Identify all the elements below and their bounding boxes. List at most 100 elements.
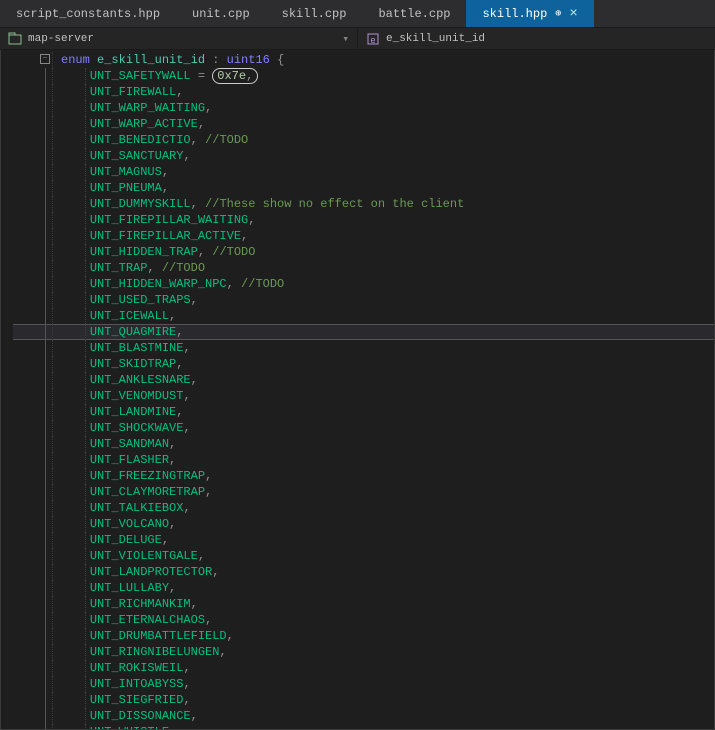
enum-member: UNT_SANCTUARY [90, 149, 184, 163]
code-line[interactable]: UNT_DISSONANCE, [13, 708, 714, 724]
chevron-down-icon[interactable]: ▾ [342, 32, 349, 46]
enum-member: UNT_WARP_ACTIVE [90, 117, 198, 131]
code-line[interactable]: UNT_WARP_WAITING, [13, 100, 714, 116]
enum-member: UNT_DELUGE [90, 533, 162, 547]
code-line[interactable]: UNT_FLASHER, [13, 452, 714, 468]
code-line[interactable]: UNT_ETERNALCHAOS, [13, 612, 714, 628]
tab-script_constants-hpp[interactable]: script_constants.hpp [0, 0, 176, 27]
enum-member: UNT_SIEGFRIED [90, 693, 184, 707]
enum-member: UNT_LANDPROTECTOR [90, 565, 212, 579]
enum-member: UNT_SANDMAN [90, 437, 169, 451]
enum-name: e_skill_unit_id [97, 53, 205, 67]
pin-icon[interactable]: ⊕ [555, 8, 561, 20]
code-line[interactable]: UNT_LANDPROTECTOR, [13, 564, 714, 580]
enum-member: UNT_RINGNIBELUNGEN [90, 645, 220, 659]
tab-label: unit.cpp [192, 7, 250, 21]
enum-member: UNT_HIDDEN_WARP_NPC [90, 277, 227, 291]
code-line[interactable]: UNT_INTOABYSS, [13, 676, 714, 692]
code-line[interactable]: UNT_WARP_ACTIVE, [13, 116, 714, 132]
code-line[interactable]: UNT_VENOMDUST, [13, 388, 714, 404]
enum-member: UNT_SKIDTRAP [90, 357, 176, 371]
code-line[interactable]: −enum e_skill_unit_id : uint16 { [13, 52, 714, 68]
code-line[interactable]: UNT_ICEWALL, [13, 308, 714, 324]
code-line[interactable]: UNT_BLASTMINE, [13, 340, 714, 356]
enum-member: UNT_VIOLENTGALE [90, 549, 198, 563]
code-line[interactable]: UNT_VOLCANO, [13, 516, 714, 532]
comment: //TODO [162, 261, 205, 275]
enum-member: UNT_VOLCANO [90, 517, 169, 531]
code-line[interactable]: UNT_FREEZINGTRAP, [13, 468, 714, 484]
code-line[interactable]: UNT_ANKLESNARE, [13, 372, 714, 388]
nav-scope-right-label: e_skill_unit_id [386, 33, 485, 45]
nav-scope-right[interactable]: e e_skill_unit_id [358, 28, 715, 49]
comment: //These show no effect on the client [205, 197, 464, 211]
enum-member: UNT_BENEDICTIO [90, 133, 191, 147]
close-icon[interactable]: × [569, 6, 577, 22]
enum-member: UNT_LULLABY [90, 581, 169, 595]
fold-toggle[interactable]: − [40, 54, 50, 64]
code-line[interactable]: UNT_SKIDTRAP, [13, 356, 714, 372]
enum-member: UNT_INTOABYSS [90, 677, 184, 691]
code-line[interactable]: UNT_FIREPILLAR_WAITING, [13, 212, 714, 228]
enum-member: UNT_LANDMINE [90, 405, 176, 419]
code-line[interactable]: UNT_USED_TRAPS, [13, 292, 714, 308]
code-line[interactable]: UNT_VIOLENTGALE, [13, 548, 714, 564]
tab-label: skill.cpp [282, 7, 347, 21]
code-line[interactable]: UNT_WHISTLE, [13, 724, 714, 730]
enum-member: UNT_WHISTLE [90, 725, 169, 730]
code-line[interactable]: UNT_MAGNUS, [13, 164, 714, 180]
code-line[interactable]: UNT_SAFETYWALL = 0x7e, [13, 68, 714, 84]
code-line[interactable]: UNT_LANDMINE, [13, 404, 714, 420]
code-line[interactable]: UNT_SIEGFRIED, [13, 692, 714, 708]
enum-member: UNT_TRAP [90, 261, 148, 275]
code-line[interactable]: UNT_HIDDEN_TRAP, //TODO [13, 244, 714, 260]
code-line[interactable]: UNT_SHOCKWAVE, [13, 420, 714, 436]
enum-icon: e [366, 32, 380, 46]
code-line[interactable]: UNT_DRUMBATTLEFIELD, [13, 628, 714, 644]
code-line[interactable]: UNT_LULLABY, [13, 580, 714, 596]
code-line[interactable]: UNT_DUMMYSKILL, //These show no effect o… [13, 196, 714, 212]
nav-scope-left[interactable]: map-server ▾ [0, 28, 358, 49]
code-line[interactable]: UNT_DELUGE, [13, 532, 714, 548]
enum-member: UNT_FIREPILLAR_ACTIVE [90, 229, 241, 243]
tab-skill-hpp[interactable]: skill.hpp⊕× [466, 0, 593, 27]
comment: //TODO [212, 245, 255, 259]
code-line[interactable]: UNT_HIDDEN_WARP_NPC, //TODO [13, 276, 714, 292]
code-editor[interactable]: −enum e_skill_unit_id : uint16 { UNT_SAF… [0, 50, 715, 730]
tab-label: script_constants.hpp [16, 7, 160, 21]
code-line[interactable]: UNT_FIREWALL, [13, 84, 714, 100]
nav-scope-left-label: map-server [28, 33, 94, 45]
enum-member: UNT_VENOMDUST [90, 389, 184, 403]
code-line[interactable]: UNT_RICHMANKIM, [13, 596, 714, 612]
code-line[interactable]: UNT_TRAP, //TODO [13, 260, 714, 276]
code-line[interactable]: UNT_QUAGMIRE, [13, 324, 714, 340]
project-icon [8, 32, 22, 46]
code-line[interactable]: UNT_RINGNIBELUNGEN, [13, 644, 714, 660]
tab-battle-cpp[interactable]: battle.cpp [362, 0, 466, 27]
enum-member: UNT_ETERNALCHAOS [90, 613, 205, 627]
enum-member: UNT_WARP_WAITING [90, 101, 205, 115]
enum-member: UNT_FIREWALL [90, 85, 176, 99]
enum-member: UNT_TALKIEBOX [90, 501, 184, 515]
code-line[interactable]: UNT_BENEDICTIO, //TODO [13, 132, 714, 148]
comment: //TODO [241, 277, 284, 291]
enum-member: UNT_HIDDEN_TRAP [90, 245, 198, 259]
code-line[interactable]: UNT_SANCTUARY, [13, 148, 714, 164]
code-line[interactable]: UNT_ROKISWEIL, [13, 660, 714, 676]
tab-unit-cpp[interactable]: unit.cpp [176, 0, 266, 27]
highlighted-literal: 0x7e, [212, 68, 258, 84]
enum-member: UNT_DUMMYSKILL [90, 197, 191, 211]
enum-member: UNT_MAGNUS [90, 165, 162, 179]
enum-member: UNT_FIREPILLAR_WAITING [90, 213, 248, 227]
nav-bar: map-server ▾ e e_skill_unit_id [0, 28, 715, 50]
code-line[interactable]: UNT_TALKIEBOX, [13, 500, 714, 516]
tab-skill-cpp[interactable]: skill.cpp [266, 0, 363, 27]
code-line[interactable]: UNT_CLAYMORETRAP, [13, 484, 714, 500]
comment: //TODO [205, 133, 248, 147]
code-line[interactable]: UNT_PNEUMA, [13, 180, 714, 196]
tab-label: battle.cpp [378, 7, 450, 21]
tab-bar: script_constants.hpp unit.cpp skill.cpp bat… [0, 0, 715, 28]
code-line[interactable]: UNT_SANDMAN, [13, 436, 714, 452]
code-line[interactable]: UNT_FIREPILLAR_ACTIVE, [13, 228, 714, 244]
svg-text:e: e [370, 36, 375, 46]
